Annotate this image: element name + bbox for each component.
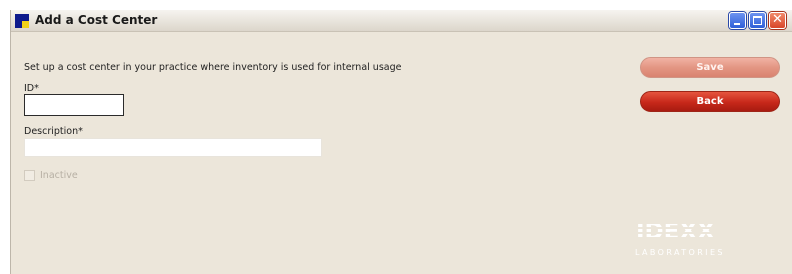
inactive-label: Inactive [40,170,78,181]
app-icon [15,14,29,28]
instruction-text: Set up a cost center in your practice wh… [24,62,402,73]
minimize-button[interactable] [729,12,746,29]
id-input[interactable] [24,94,124,116]
logo-brand: IDEXX [636,219,715,245]
maximize-icon [753,16,762,25]
logo-tagline: LABORATORIES [635,248,725,257]
close-button[interactable]: ✕ [769,12,786,29]
idexx-logo: IDEXX LABORATORIES [633,219,753,259]
save-button[interactable]: Save [640,57,780,78]
window-title: Add a Cost Center [35,13,158,27]
description-label: Description* [24,126,83,137]
description-input[interactable] [24,138,322,157]
title-bar[interactable]: Add a Cost Center ✕ [11,10,792,32]
minimize-icon [734,23,740,25]
inactive-checkbox[interactable] [24,170,35,181]
add-cost-center-window: Add a Cost Center ✕ Set up a cost center… [10,10,792,274]
back-button[interactable]: Back [640,91,780,112]
close-icon: ✕ [772,12,783,27]
id-label: ID* [24,83,39,94]
maximize-button[interactable] [749,12,766,29]
